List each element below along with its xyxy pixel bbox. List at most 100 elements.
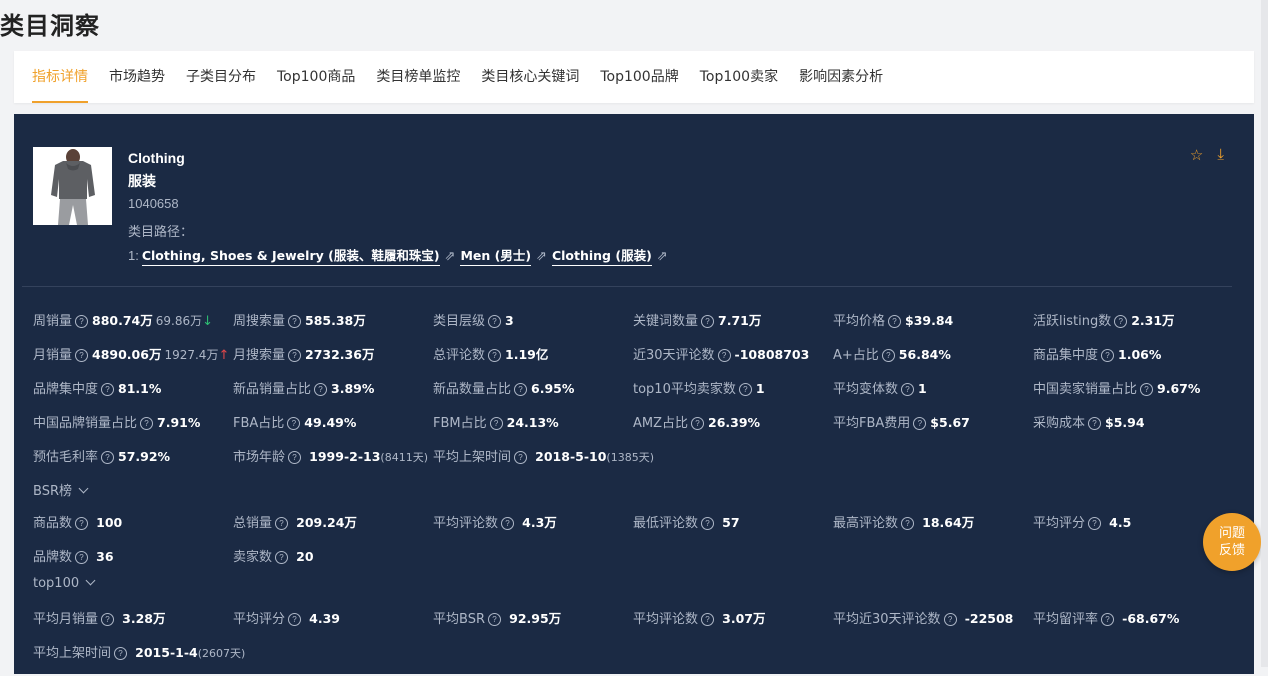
metric-cn-brand-sales: 中国品牌销量占比? 7.91% [33,415,201,431]
question-circle-icon[interactable]: ? [501,517,515,530]
metrics-row: 品牌数? 36 卖家数? 20 [33,546,1253,576]
question-circle-icon[interactable]: ? [901,517,915,530]
question-circle-icon[interactable]: ? [75,517,89,530]
feedback-button[interactable]: 问题 反馈 [1203,513,1261,571]
share-arrow-icon: ⇗ [536,247,547,263]
metric-amz-ratio: AMZ占比? 26.39% [633,415,761,431]
question-circle-icon[interactable]: ? [288,315,302,328]
metric-avg-fba-fee: 平均FBA费用? $5.67 [833,415,970,431]
question-circle-icon[interactable]: ? [275,517,289,530]
tab-category-ranking-monitor[interactable]: 类目榜单监控 [376,51,460,103]
metrics-row: 平均月销量? 3.28万 平均评分? 4.39 平均BSR? 92.95万 平均… [33,608,1253,642]
arrow-up-icon: ↑ [218,348,230,363]
tab-market-trend[interactable]: 市场趋势 [109,51,165,103]
metric-reviews-30d: 近30天评论数? -10808703 [633,347,810,363]
scrollbar[interactable] [1261,0,1268,667]
bsr-product-count: 商品数? 100 [33,515,123,531]
question-circle-icon[interactable]: ? [701,517,715,530]
breadcrumb-item-clothing-shoes-jewelry[interactable]: Clothing, Shoes & Jewelry (服装、鞋履和珠宝) [141,245,440,266]
bsr-toggle[interactable]: BSR榜 [33,480,89,499]
question-circle-icon[interactable]: ? [75,349,89,362]
tab-top100-sellers[interactable]: Top100卖家 [700,51,778,103]
question-circle-icon[interactable]: ? [489,417,503,430]
question-circle-icon[interactable]: ? [314,383,328,396]
metrics-panel: Clothing 服装 1040658 类目路径： 1: Clothing, S… [14,114,1254,674]
metric-weekly-search: 周搜索量? 585.38万 [233,313,366,329]
top100-avg-listing-time: 平均上架时间? 2015-1-4(2607天) [33,645,246,661]
top100-avg-monthly-sales: 平均月销量? 3.28万 [33,611,166,627]
question-circle-icon[interactable]: ? [1101,349,1115,362]
question-circle-icon[interactable]: ? [488,315,502,328]
bsr-min-reviews: 最低评论数? 57 [633,515,740,531]
category-name-zh: 服装 [128,174,156,190]
question-circle-icon[interactable]: ? [287,417,301,430]
metric-category-level: 类目层级? 3 [433,313,514,329]
download-icon[interactable]: ⤓ [1217,146,1224,164]
breadcrumb-prefix: 1: [128,248,139,263]
bsr-total-sales: 总销量? 209.24万 [233,515,357,531]
chevron-down-icon [78,483,89,494]
tab-metrics-detail[interactable]: 指标详情 [32,51,88,103]
question-circle-icon[interactable]: ? [701,613,715,626]
breadcrumb-item-clothing[interactable]: Clothing (服装) [551,245,652,266]
star-icon[interactable]: ☆ [1190,146,1203,164]
metric-avg-variants: 平均变体数? 1 [833,381,927,397]
bsr-avg-reviews: 平均评论数? 4.3万 [433,515,557,531]
question-circle-icon[interactable]: ? [1140,383,1154,396]
tab-influence-factors[interactable]: 影响因素分析 [799,51,883,103]
question-circle-icon[interactable]: ? [101,383,115,396]
metrics-row: 品牌集中度? 81.1% 新品销量占比? 3.89% 新品数量占比? 6.95% to… [33,378,1253,412]
question-circle-icon[interactable]: ? [514,451,528,464]
question-circle-icon[interactable]: ? [488,349,502,362]
top100-avg-retention: 平均留评率? -68.67% [1033,611,1180,627]
top100-section-header[interactable]: top100 [33,575,1253,608]
bsr-section-header[interactable]: BSR榜 [33,480,1253,512]
question-circle-icon[interactable]: ? [275,551,289,564]
metrics-row: 平均上架时间? 2015-1-4(2607天) [33,642,1253,676]
question-circle-icon[interactable]: ? [288,349,302,362]
question-circle-icon[interactable]: ? [943,613,957,626]
question-circle-icon[interactable]: ? [514,383,528,396]
question-circle-icon[interactable]: ? [1114,315,1128,328]
question-circle-icon[interactable]: ? [75,551,89,564]
question-circle-icon[interactable]: ? [717,349,731,362]
category-path-label: 类目路径： [128,225,194,240]
tab-top100-products[interactable]: Top100商品 [277,51,355,103]
question-circle-icon[interactable]: ? [1101,613,1115,626]
question-circle-icon[interactable]: ? [101,613,115,626]
panel-actions: ☆ ⤓ [1190,146,1224,164]
question-circle-icon[interactable]: ? [487,613,501,626]
question-circle-icon[interactable]: ? [881,349,895,362]
question-circle-icon[interactable]: ? [1088,517,1102,530]
question-circle-icon[interactable]: ? [288,613,302,626]
question-circle-icon[interactable]: ? [101,451,115,464]
metrics-row: 中国品牌销量占比? 7.91% FBA占比? 49.49% FBM占比? 24.13%… [33,412,1253,446]
metric-active-listing: 活跃listing数? 2.31万 [1033,313,1175,329]
question-circle-icon[interactable]: ? [691,417,705,430]
tab-subcategory-distribution[interactable]: 子类目分布 [186,51,256,103]
tab-top100-brands[interactable]: Top100品牌 [600,51,678,103]
top100-toggle[interactable]: top100 [33,575,96,591]
metrics-row: 周销量? 880.74万 69.86万↓ 周搜索量? 585.38万 类目层级? 3 关… [33,310,1253,344]
question-circle-icon[interactable]: ? [140,417,154,430]
metric-avg-price: 平均价格? $39.84 [833,313,954,329]
breadcrumb-item-men[interactable]: Men (男士) [460,245,532,266]
metric-cn-seller-sales: 中国卖家销量占比? 9.67% [1033,381,1201,397]
tab-core-keywords[interactable]: 类目核心关键词 [481,51,579,103]
question-circle-icon[interactable]: ? [901,383,915,396]
question-circle-icon[interactable]: ? [913,417,927,430]
question-circle-icon[interactable]: ? [888,315,902,328]
metric-product-concentration: 商品集中度? 1.06% [1033,347,1162,363]
question-circle-icon[interactable]: ? [75,315,89,328]
chevron-down-icon [85,575,96,586]
metric-monthly-search: 月搜索量? 2732.36万 [233,347,375,363]
question-circle-icon[interactable]: ? [288,451,302,464]
category-thumbnail [33,147,112,225]
question-circle-icon[interactable]: ? [1088,417,1102,430]
question-circle-icon[interactable]: ? [738,383,752,396]
question-circle-icon[interactable]: ? [114,647,128,660]
metric-top10-sellers: top10平均卖家数? 1 [633,381,765,397]
category-breadcrumb: 1: Clothing, Shoes & Jewelry (服装、鞋履和珠宝) … [128,245,673,266]
question-circle-icon[interactable]: ? [701,315,715,328]
top100-avg-reviews: 平均评论数? 3.07万 [633,611,766,627]
